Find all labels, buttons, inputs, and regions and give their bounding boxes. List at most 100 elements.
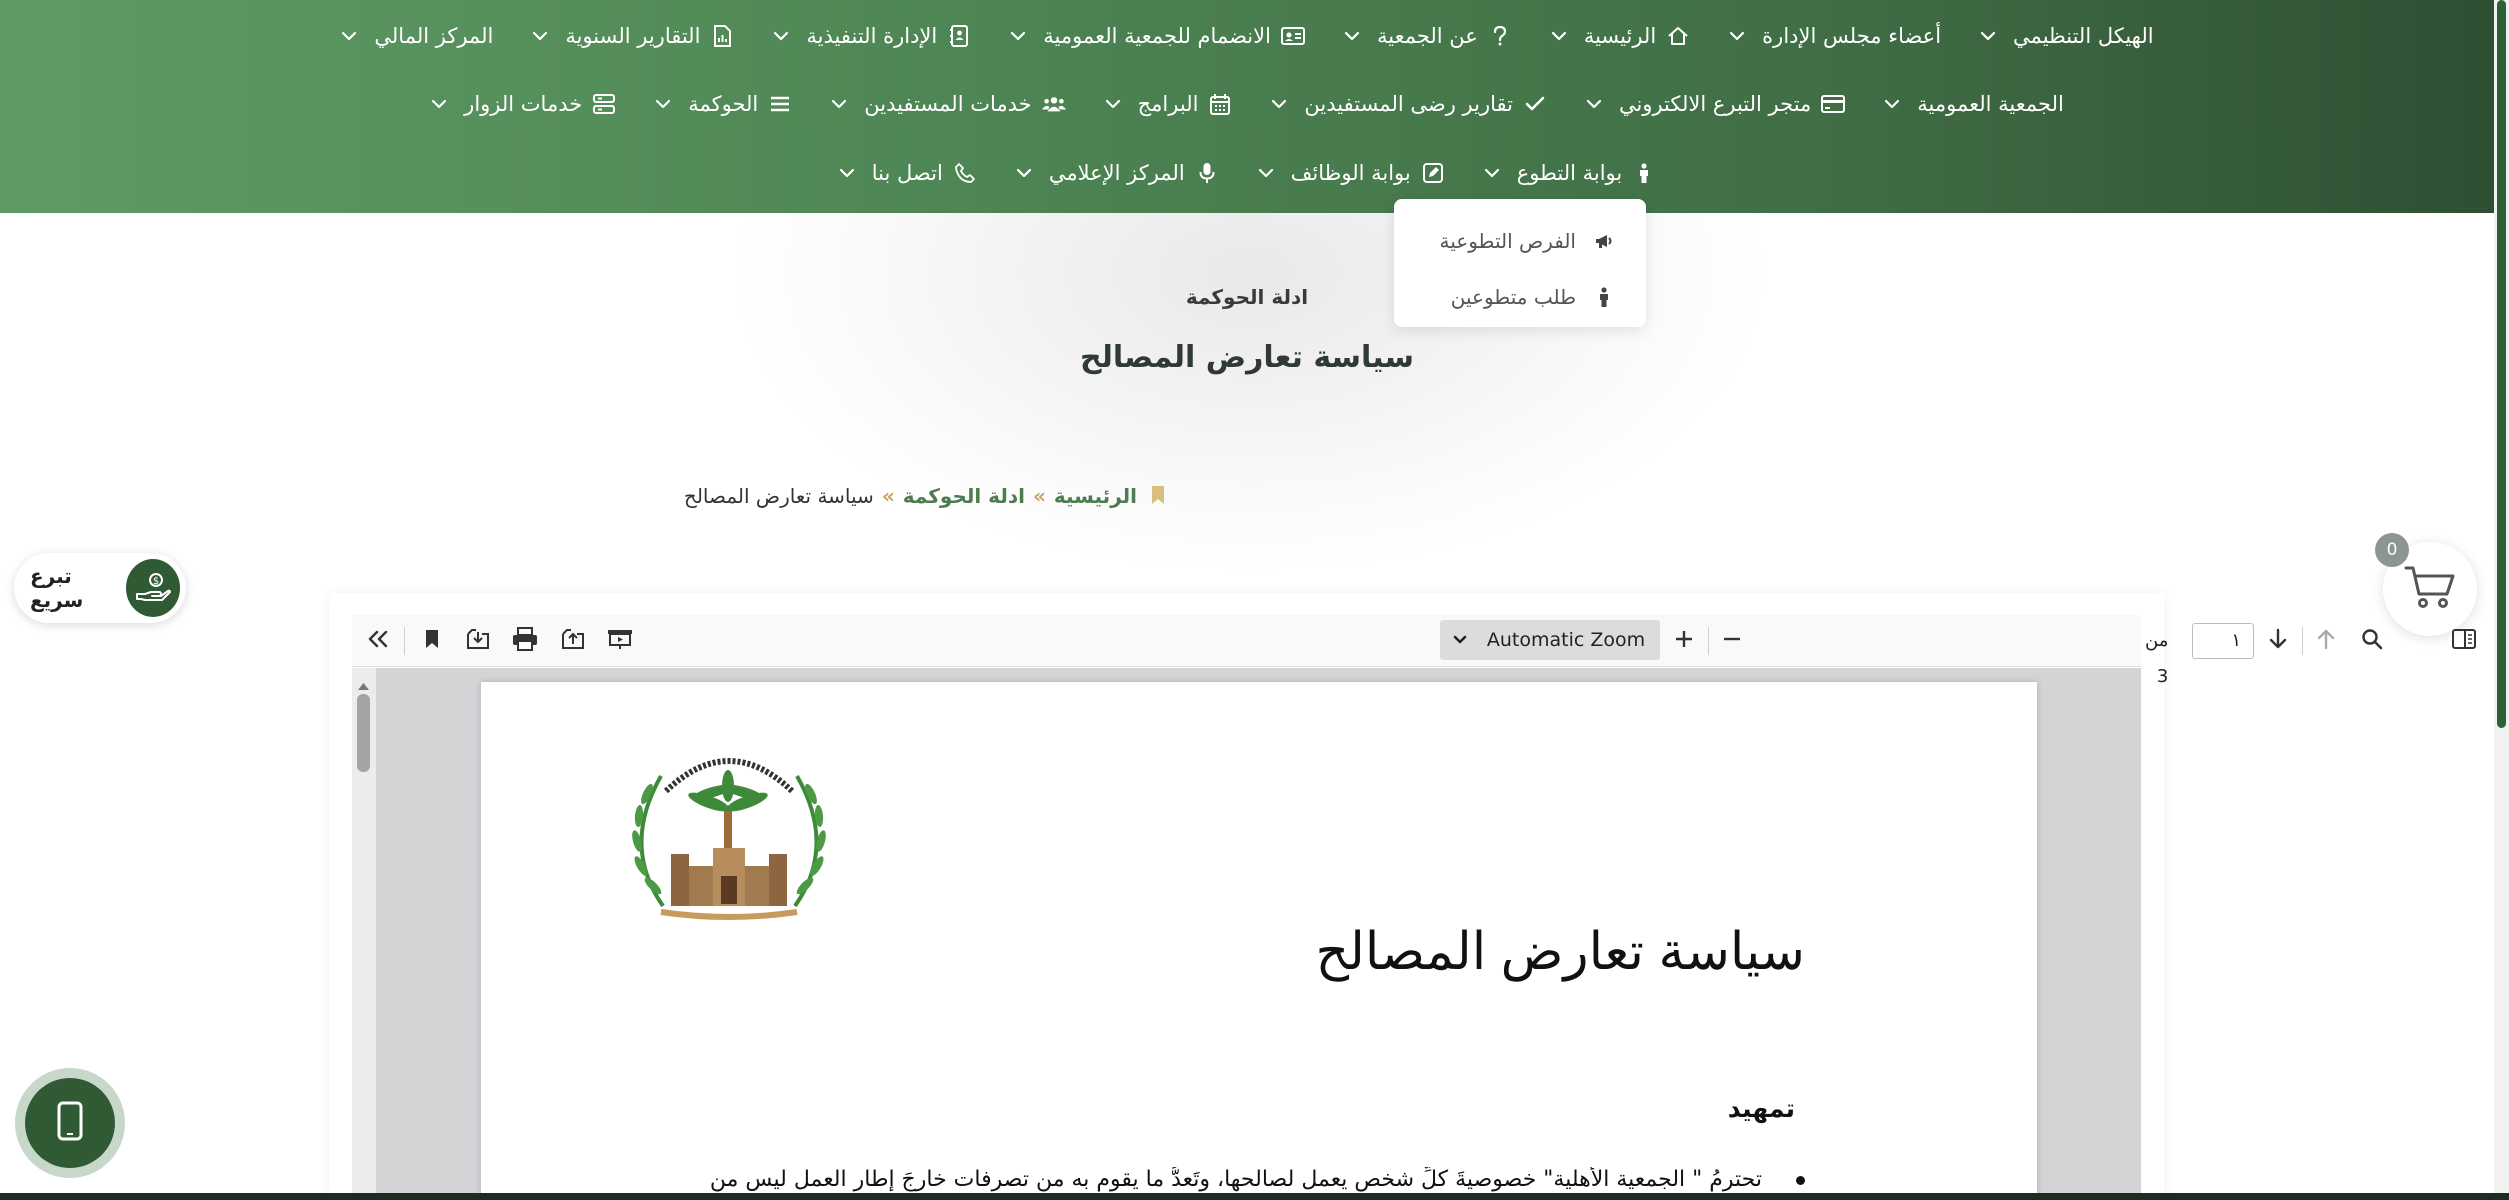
nav-item-financial-center[interactable]: المركز المالي xyxy=(321,6,512,66)
chevron-down-icon[interactable] xyxy=(531,27,549,45)
nav-item-about[interactable]: عن الجمعية xyxy=(1324,6,1531,66)
nav-item-label: الحوكمة xyxy=(688,92,759,116)
search-icon xyxy=(2361,628,2383,654)
breadcrumb-current: سياسة تعارض المصالح xyxy=(683,484,874,508)
nav-item-executive-management[interactable]: الإدارة التنفيذية xyxy=(753,6,990,66)
chevron-down-icon[interactable] xyxy=(830,95,848,113)
chevron-down-icon[interactable] xyxy=(1104,95,1122,113)
pdf-scrollbar[interactable] xyxy=(352,668,376,1200)
nav-item-satisfaction-reports[interactable]: تقارير رضى المستفيدين xyxy=(1251,74,1566,134)
top-navigation: الهيكل التنظيمي أعضاء مجلس الإدارة الرئيسي… xyxy=(0,0,2494,213)
nav-item-volunteer-portal[interactable]: بوابة التطوع xyxy=(1464,143,1675,203)
id-card-icon xyxy=(1280,24,1305,48)
hero-subtitle: ادلة الحوكمة xyxy=(1185,285,1309,309)
dropdown-item-request-volunteers[interactable]: طلب متطوعين xyxy=(1394,269,1646,325)
open-file-button[interactable] xyxy=(555,623,591,659)
arrow-down-icon xyxy=(2269,628,2287,654)
nav-item-org-structure[interactable]: الهيكل التنظيمي xyxy=(1960,6,2173,66)
chevron-down-icon[interactable] xyxy=(1483,164,1501,182)
chevron-down-icon[interactable] xyxy=(1585,95,1603,113)
bottom-bar xyxy=(0,1193,2509,1200)
breadcrumb-separator: » xyxy=(1032,484,1046,508)
chevron-down-icon[interactable] xyxy=(1728,27,1746,45)
volunteer-dropdown: الفرص التطوعية طلب متطوعين xyxy=(1394,199,1646,327)
chevron-down-icon[interactable] xyxy=(838,164,856,182)
nav-item-label: البرامج xyxy=(1137,92,1199,116)
page-scrollbar[interactable] xyxy=(2494,0,2509,1200)
pdf-scrollbar-thumb[interactable] xyxy=(357,694,370,772)
chevron-down-icon[interactable] xyxy=(1257,164,1275,182)
breadcrumb-home-link[interactable]: الرئيسية xyxy=(1054,484,1137,508)
nav-item-jobs-portal[interactable]: بوابة الوظائف xyxy=(1238,143,1464,203)
zoom-in-button[interactable] xyxy=(1666,623,1702,659)
nav-item-donation-store[interactable]: متجر التبرع الالكتروني xyxy=(1566,74,1864,134)
zoom-select[interactable]: Automatic Zoom xyxy=(1440,620,1660,660)
arrow-up-icon xyxy=(2317,628,2335,654)
next-page-button[interactable] xyxy=(2260,623,2296,659)
donate-hand-icon: $ xyxy=(125,559,180,617)
nav-item-visitor-services[interactable]: خدمات الزوار xyxy=(411,74,635,134)
nav-item-contact-us[interactable]: اتصل بنا xyxy=(819,143,996,203)
page-number-input[interactable]: ١ xyxy=(2192,623,2254,659)
scroll-up-arrow-icon[interactable] xyxy=(357,676,370,695)
sidebar-toggle-button[interactable] xyxy=(2446,623,2482,659)
nav-item-beneficiary-services[interactable]: خدمات المستفيدين xyxy=(811,74,1084,134)
chevron-down-icon[interactable] xyxy=(772,27,790,45)
breadcrumb-separator: » xyxy=(881,484,895,508)
bookmark-button[interactable] xyxy=(414,623,450,659)
page-title: سياسة تعارض المصالح xyxy=(1079,340,1415,375)
nav-item-label: بوابة الوظائف xyxy=(1290,161,1411,185)
toolbar-separator xyxy=(1708,627,1709,655)
dropdown-item-volunteer-opportunities[interactable]: الفرص التطوعية xyxy=(1394,213,1646,269)
chevron-down-icon[interactable] xyxy=(654,95,672,113)
nav-row-1: الهيكل التنظيمي أعضاء مجلس الإدارة الرئيسي… xyxy=(0,6,2494,66)
question-icon xyxy=(1488,24,1512,48)
nav-item-media-center[interactable]: المركز الإعلامي xyxy=(996,143,1238,203)
nav-item-join-assembly[interactable]: الانضمام للجمعية العمومية xyxy=(990,6,1324,66)
cart-count-badge: 0 xyxy=(2375,533,2409,567)
nav-item-label: تقارير رضى المستفيدين xyxy=(1304,92,1513,116)
nav-item-board-members[interactable]: أعضاء مجلس الإدارة xyxy=(1709,6,1960,66)
printer-icon xyxy=(512,627,538,655)
download-button[interactable] xyxy=(460,623,496,659)
nav-item-governance[interactable]: الحوكمة xyxy=(635,74,811,134)
print-button[interactable] xyxy=(507,623,543,659)
nav-item-programs[interactable]: البرامج xyxy=(1085,74,1252,134)
chevron-down-icon[interactable] xyxy=(1550,27,1568,45)
quick-donate-button[interactable]: تبرع سريع $ xyxy=(14,553,186,623)
nav-item-label: التقارير السنوية xyxy=(565,24,701,48)
nav-item-general-assembly[interactable]: الجمعية العمومية xyxy=(1864,74,2083,134)
tools-button[interactable] xyxy=(360,623,396,659)
find-button[interactable] xyxy=(2354,623,2390,659)
chevron-down-icon[interactable] xyxy=(1883,95,1901,113)
edit-square-icon xyxy=(1421,161,1445,185)
nav-row-3: بوابة التطوع بوابة الوظائف المركز الإعلامي… xyxy=(0,143,2494,203)
person-icon xyxy=(1592,285,1616,309)
chevron-down-icon[interactable] xyxy=(1343,27,1361,45)
chevron-down-icon[interactable] xyxy=(430,95,448,113)
nav-item-label: الإدارة التنفيذية xyxy=(806,24,938,48)
chevron-down-icon[interactable] xyxy=(1270,95,1288,113)
mobile-app-button[interactable] xyxy=(15,1068,125,1178)
megaphone-icon xyxy=(1592,229,1616,253)
nav-item-label: خدمات المستفيدين xyxy=(864,92,1032,116)
chevron-down-icon[interactable] xyxy=(1979,27,1997,45)
list-icon xyxy=(768,92,792,116)
nav-item-annual-reports[interactable]: التقارير السنوية xyxy=(512,6,753,66)
nav-item-home[interactable]: الرئيسية xyxy=(1531,6,1709,66)
presentation-mode-button[interactable] xyxy=(602,623,638,659)
pdf-toolbar: Automatic Zoom من 3 ١ xyxy=(352,615,2476,687)
plus-icon xyxy=(1674,629,1694,653)
chevron-down-icon[interactable] xyxy=(1009,27,1027,45)
zoom-out-button[interactable] xyxy=(1714,623,1750,659)
chevron-down-icon[interactable] xyxy=(1015,164,1033,182)
credit-card-icon xyxy=(1821,92,1846,116)
cart-icon xyxy=(2404,564,2456,614)
minus-icon xyxy=(1722,629,1742,653)
nav-item-label: بوابة التطوع xyxy=(1516,161,1623,185)
previous-page-button[interactable] xyxy=(2308,623,2344,659)
users-icon xyxy=(1041,92,1066,116)
chevron-down-icon[interactable] xyxy=(340,27,358,45)
page-scrollbar-thumb[interactable] xyxy=(2497,0,2506,728)
breadcrumb-parent-link[interactable]: ادلة الحوكمة xyxy=(903,484,1025,508)
